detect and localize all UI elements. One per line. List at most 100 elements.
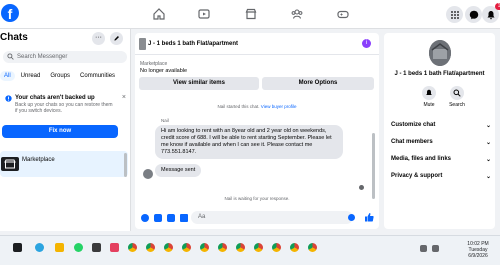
chrome-icon[interactable] [200, 243, 209, 252]
edge-icon[interactable] [35, 243, 44, 252]
chat-started-notice: Nail started this chat. View buyer profi… [135, 104, 379, 109]
message-bubble-sent: Message sent [155, 164, 202, 177]
started-text: Nail started this chat. [217, 104, 261, 109]
close-icon[interactable]: × [122, 94, 126, 101]
chevron-down-icon: ⌄ [485, 123, 491, 129]
app-icon[interactable] [110, 243, 119, 252]
listing-thumbnail[interactable] [139, 38, 146, 50]
view-similar-items-button[interactable]: View similar items [139, 77, 259, 90]
message-input[interactable]: Aa [191, 211, 353, 224]
system-clock[interactable]: 10:02 PM Tuesday 6/9/2026 [460, 241, 496, 259]
chrome-icon[interactable] [272, 243, 281, 252]
chevron-down-icon: ⌄ [485, 174, 491, 180]
marketplace-icon[interactable] [242, 6, 260, 22]
section-label: Media, files and links [391, 156, 452, 162]
chrome-icon[interactable] [218, 243, 227, 252]
filter-unread[interactable]: Unread [17, 71, 45, 81]
listing-photo[interactable] [429, 40, 451, 66]
notification-badge: 1 [495, 3, 500, 10]
backup-title: Your chats aren't backed up [15, 95, 95, 101]
view-buyer-profile-link[interactable]: View buyer profile [261, 104, 297, 109]
windows-taskbar: 10:02 PM Tuesday 6/9/2026 [0, 235, 500, 265]
search-messenger-input[interactable]: Search Messenger [3, 51, 127, 63]
waiting-notice: Nail is waiting for your response. [224, 196, 290, 201]
search-icon [7, 53, 14, 60]
filter-groups[interactable]: Groups [46, 71, 74, 81]
mute-button[interactable]: Mute [419, 86, 439, 108]
chrome-icon[interactable] [290, 243, 299, 252]
chats-sidebar: Chats ··· Search Messenger All Unread Gr… [0, 29, 131, 231]
whatsapp-icon[interactable] [74, 243, 83, 252]
chats-title: Chats [0, 32, 28, 43]
facebook-logo[interactable]: f [1, 4, 19, 22]
emoji-icon[interactable] [348, 214, 355, 221]
volume-icon[interactable] [432, 245, 439, 252]
conversation-item-marketplace[interactable]: Marketplace [0, 151, 128, 177]
media-files-links-section[interactable]: Media, files and links ⌄ [391, 156, 491, 163]
filter-all[interactable]: All [0, 71, 15, 81]
search-icon [450, 86, 464, 100]
backup-subtitle: Back up your chats so you can restore th… [15, 102, 113, 114]
mute-label: Mute [423, 102, 435, 108]
search-label: Search [449, 102, 465, 108]
chat-scrollbar[interactable] [372, 133, 375, 199]
customize-chat-section[interactable]: Customize chat ⌄ [391, 122, 491, 129]
warning-icon [5, 95, 12, 102]
filter-communities[interactable]: Communities [76, 71, 119, 81]
bell-icon [422, 86, 436, 100]
video-icon[interactable] [195, 6, 213, 22]
availability-status: No longer available [140, 68, 188, 74]
more-options-icon[interactable]: ··· [92, 32, 105, 45]
search-placeholder: Search Messenger [17, 54, 68, 60]
chat-title[interactable]: J - 1 beds 1 bath Flat/apartment [148, 41, 238, 47]
file-explorer-icon[interactable] [55, 243, 64, 252]
chrome-icon[interactable] [128, 243, 137, 252]
section-label: Customize chat [391, 122, 436, 128]
app-icon[interactable] [92, 243, 101, 252]
chat-header: J - 1 beds 1 bath Flat/apartment i [135, 33, 379, 55]
clock-date: 6/9/2026 [468, 253, 488, 259]
home-icon[interactable] [150, 6, 168, 22]
sidebar-scrollbar[interactable] [124, 153, 127, 177]
sticker-icon[interactable] [167, 214, 175, 222]
menu-grid-icon[interactable] [446, 6, 463, 23]
marketplace-label: Marketplace [140, 61, 168, 67]
sender-avatar[interactable] [143, 169, 153, 179]
chat-filters: All Unread Groups Communities [0, 71, 121, 81]
message-composer: Aa [135, 207, 379, 229]
chrome-icon[interactable] [182, 243, 191, 252]
chevron-down-icon: ⌄ [485, 140, 491, 146]
chrome-icon[interactable] [236, 243, 245, 252]
chevron-down-icon: ⌄ [485, 157, 491, 163]
thumbs-up-icon[interactable] [364, 212, 374, 222]
wifi-icon[interactable] [420, 245, 427, 252]
messenger-icon[interactable] [465, 6, 482, 23]
message-placeholder: Aa [198, 214, 206, 220]
start-icon[interactable] [13, 243, 22, 252]
section-label: Chat members [391, 139, 433, 145]
listing-title: J - 1 beds 1 bath Flat/apartment [394, 71, 485, 77]
photo-icon[interactable] [154, 214, 162, 222]
chrome-icon[interactable] [164, 243, 173, 252]
info-icon[interactable]: i [362, 39, 371, 48]
search-conversation-button[interactable]: Search [447, 86, 467, 108]
chrome-icon[interactable] [254, 243, 263, 252]
fix-now-button[interactable]: Fix now [2, 125, 118, 138]
marketplace-store-icon [1, 157, 19, 171]
voice-clip-icon[interactable] [141, 214, 149, 222]
conversation-name: Marketplace [22, 157, 55, 163]
more-options-button[interactable]: More Options [262, 77, 374, 90]
groups-icon[interactable] [288, 6, 306, 22]
seen-indicator-avatar [359, 185, 364, 190]
notifications-bell-icon[interactable]: 1 [482, 3, 500, 23]
new-message-icon[interactable] [110, 32, 123, 45]
chrome-icon[interactable] [146, 243, 155, 252]
chat-members-section[interactable]: Chat members ⌄ [391, 139, 491, 146]
chat-panel: J - 1 beds 1 bath Flat/apartment i Marke… [135, 33, 379, 229]
gaming-icon[interactable] [334, 6, 352, 22]
privacy-support-section[interactable]: Privacy & support ⌄ [391, 173, 491, 180]
gif-icon[interactable] [180, 214, 188, 222]
top-navigation-bar: f 1 [0, 0, 500, 29]
conversation-details-panel: J - 1 beds 1 bath Flat/apartment Mute Se… [384, 33, 495, 229]
chrome-icon[interactable] [308, 243, 317, 252]
